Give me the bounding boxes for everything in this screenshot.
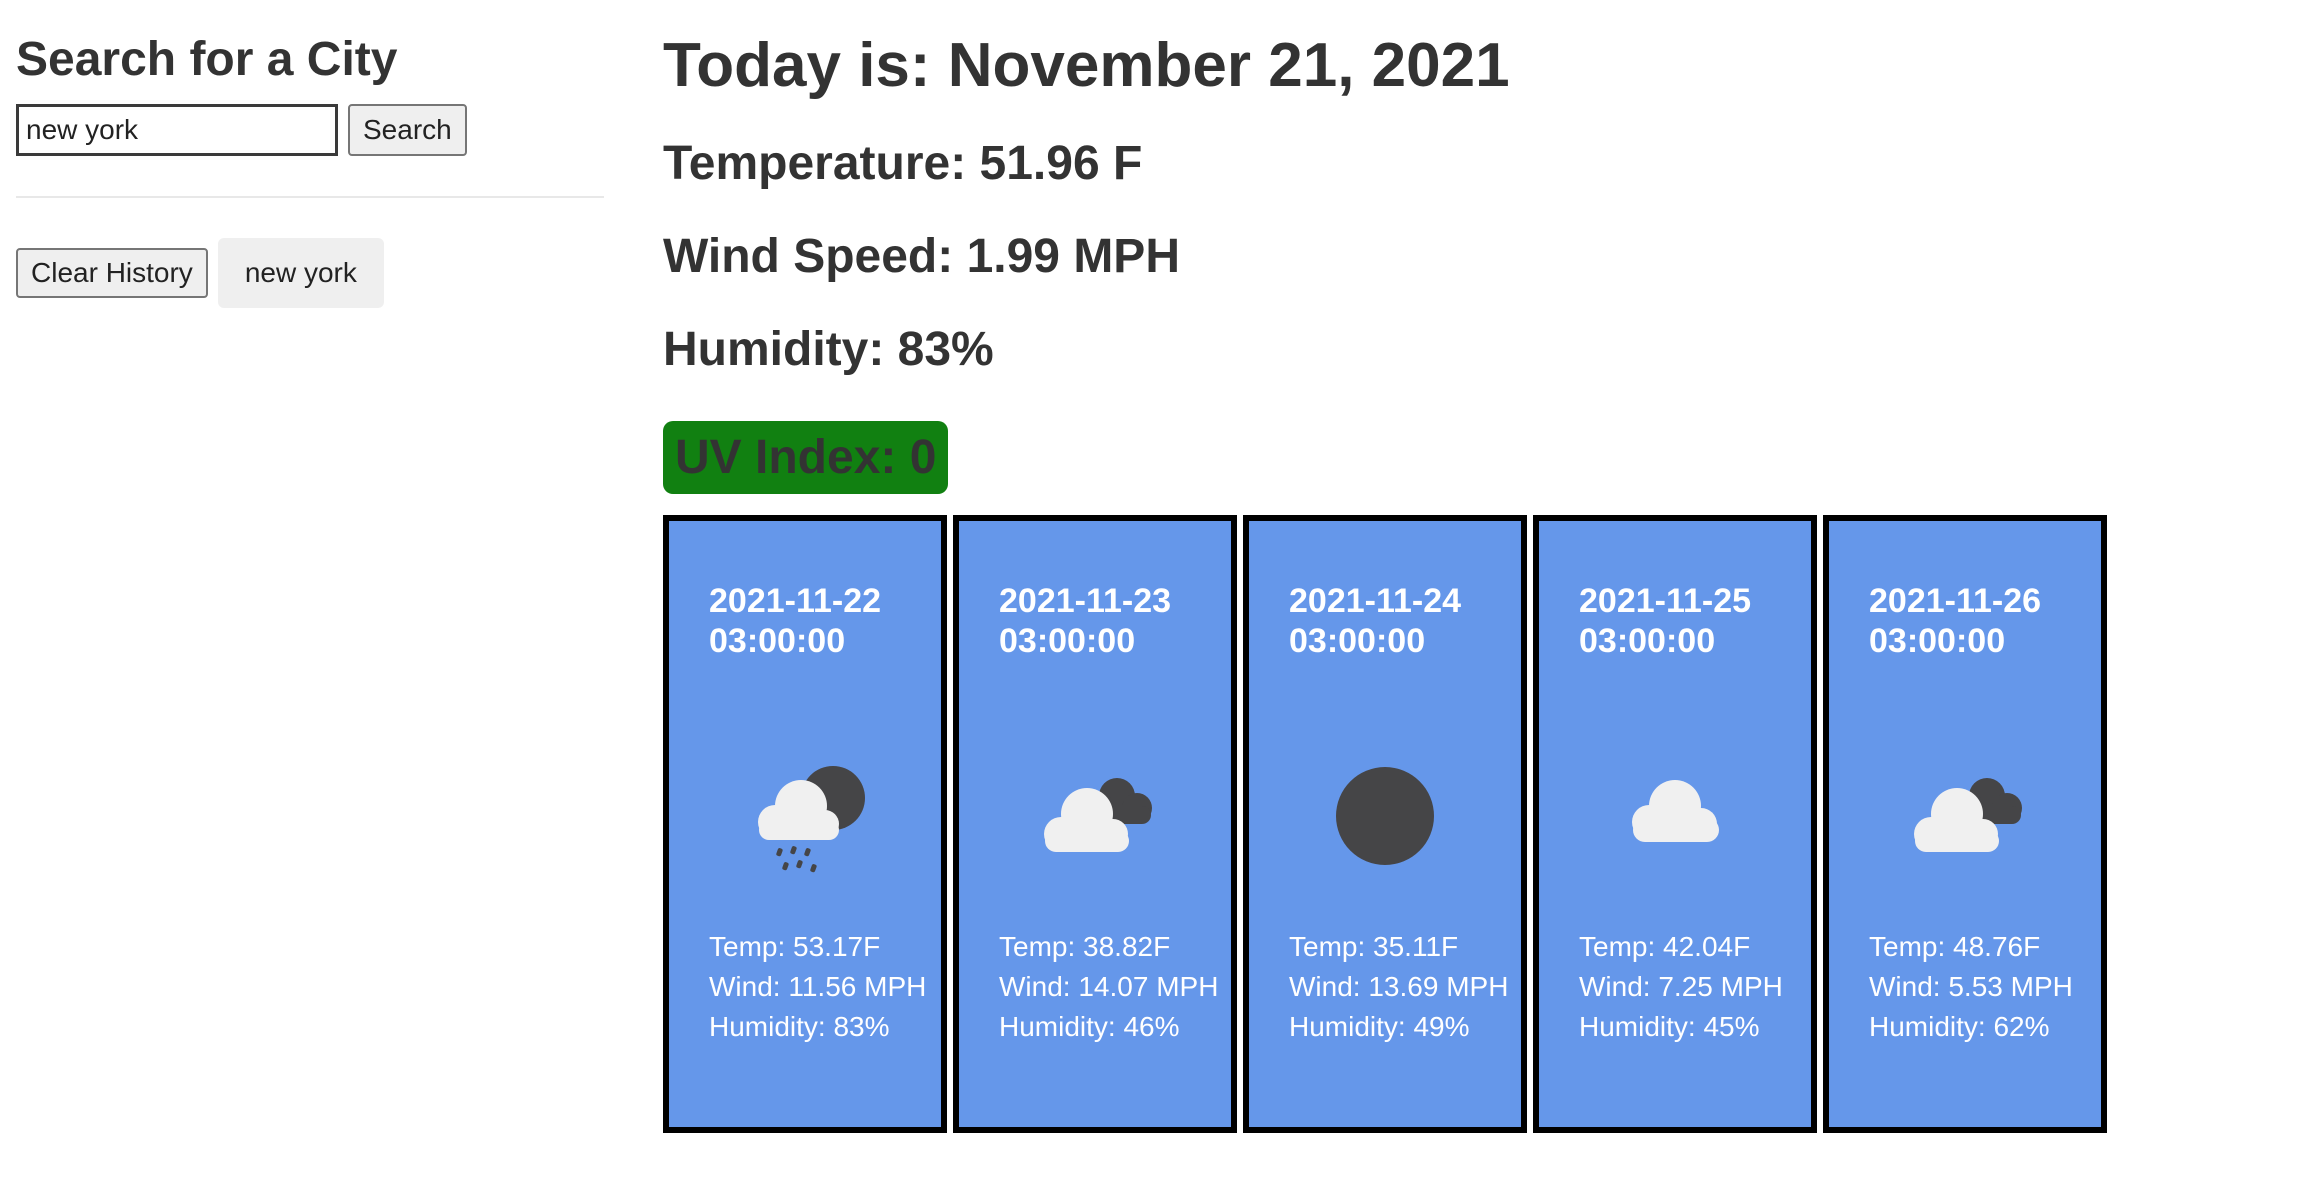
forecast-cards: 2021-11-22 03:00:00 Temp: 53.17F Wind: 1…	[663, 515, 2113, 1133]
forecast-card: 2021-11-25 03:00:00 Temp: 42.04F Wind: 7…	[1533, 515, 1817, 1133]
broken-clouds-icon	[1025, 756, 1165, 876]
forecast-humidity: Humidity: 46%	[999, 1011, 1180, 1042]
forecast-humidity: Humidity: 49%	[1289, 1011, 1470, 1042]
current-date: Today is: November 21, 2021	[663, 31, 1510, 100]
search-button[interactable]: Search	[348, 104, 467, 156]
forecast-card: 2021-11-26 03:00:00 Temp: 48.76F Wind: 5…	[1823, 515, 2107, 1133]
search-heading: Search for a City	[16, 33, 398, 86]
search-row: Search	[16, 104, 604, 156]
forecast-wind: Wind: 13.69 MPH	[1289, 971, 1509, 1002]
history-row: Clear History new york	[16, 238, 604, 308]
forecast-details: Temp: 38.82F Wind: 14.07 MPH Humidity: 4…	[999, 927, 1219, 1047]
forecast-humidity: Humidity: 45%	[1579, 1011, 1760, 1042]
forecast-temp: Temp: 38.82F	[999, 931, 1171, 962]
current-wind-speed: Wind Speed: 1.99 MPH	[663, 230, 1180, 283]
history-city-button[interactable]: new york	[217, 238, 384, 308]
current-temperature: Temperature: 51.96 F	[663, 137, 1143, 190]
forecast-details: Temp: 53.17F Wind: 11.56 MPH Humidity: 8…	[709, 927, 929, 1047]
forecast-wind: Wind: 5.53 MPH	[1869, 971, 2073, 1002]
forecast-wind: Wind: 7.25 MPH	[1579, 971, 1783, 1002]
forecast-details: Temp: 42.04F Wind: 7.25 MPH Humidity: 45…	[1579, 927, 1799, 1047]
forecast-wind: Wind: 14.07 MPH	[999, 971, 1219, 1002]
forecast-temp: Temp: 35.11F	[1289, 931, 1459, 962]
forecast-card: 2021-11-23 03:00:00 Temp: 38.82F Wind: 1…	[953, 515, 1237, 1133]
city-search-input[interactable]	[16, 104, 338, 156]
forecast-date: 2021-11-23 03:00:00	[999, 582, 1172, 660]
forecast-card: 2021-11-24 03:00:00 Temp: 35.11F Wind: 1…	[1243, 515, 1527, 1133]
forecast-date: 2021-11-24 03:00:00	[1289, 582, 1462, 660]
forecast-temp: Temp: 42.04F	[1579, 931, 1751, 962]
forecast-temp: Temp: 53.17F	[709, 931, 881, 962]
forecast-humidity: Humidity: 62%	[1869, 1011, 2050, 1042]
uv-index-badge: UV Index: 0	[663, 421, 949, 494]
cloud-icon	[1605, 756, 1745, 876]
current-humidity: Humidity: 83%	[663, 323, 994, 376]
forecast-date: 2021-11-26 03:00:00	[1869, 582, 2042, 660]
forecast-details: Temp: 35.11F Wind: 13.69 MPH Humidity: 4…	[1289, 927, 1509, 1047]
forecast-date: 2021-11-25 03:00:00	[1579, 582, 1752, 660]
clear-history-button[interactable]: Clear History	[16, 248, 208, 298]
forecast-wind: Wind: 11.56 MPH	[709, 971, 927, 1002]
sidebar-divider	[16, 196, 604, 198]
forecast-card: 2021-11-22 03:00:00 Temp: 53.17F Wind: 1…	[663, 515, 947, 1133]
rain-night-icon	[735, 756, 875, 876]
forecast-details: Temp: 48.76F Wind: 5.53 MPH Humidity: 62…	[1869, 927, 2089, 1047]
clear-night-icon	[1315, 756, 1455, 876]
broken-clouds-icon	[1895, 756, 2035, 876]
forecast-temp: Temp: 48.76F	[1869, 931, 2041, 962]
forecast-date: 2021-11-22 03:00:00	[709, 582, 882, 660]
forecast-humidity: Humidity: 83%	[709, 1011, 890, 1042]
search-sidebar: Search for a City Search Clear History n…	[16, 30, 604, 308]
